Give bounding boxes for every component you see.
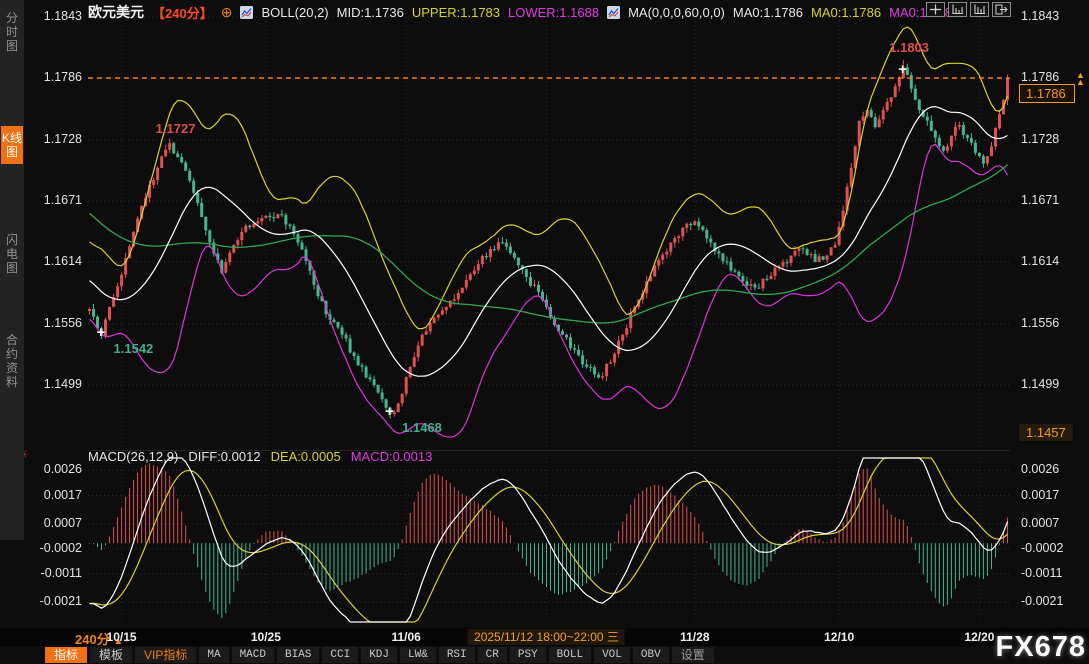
- ma0-yellow-value: MA0:1.1786: [811, 5, 881, 20]
- sidebar-item-contract-info[interactable]: 合约资料: [1, 328, 23, 394]
- macd-tick-left: 0.0007: [24, 516, 82, 530]
- exit-icon: [995, 4, 1008, 15]
- low-price-annotation: 1.1468: [402, 420, 442, 435]
- macd-diff-value: DIFF:0.0012: [188, 449, 260, 464]
- boll-chart-icon[interactable]: [240, 6, 253, 19]
- date-tick: 10/15: [107, 630, 137, 644]
- price-tick-right: 1.1614: [1021, 254, 1085, 268]
- macd-tick-right: 0.0017: [1021, 488, 1085, 502]
- sidebar-item-time-chart[interactable]: 分时图: [1, 6, 23, 58]
- chart-toolbar: [926, 2, 1011, 17]
- axis-bars-left-icon: [951, 4, 964, 15]
- bottom-tab-vip-indicators[interactable]: VIP指标: [135, 647, 196, 663]
- bottom-tab-cr[interactable]: CR: [478, 647, 507, 663]
- price-tick-right: 1.1499: [1021, 377, 1085, 391]
- sidebar-item-kline-chart[interactable]: K线图: [1, 126, 23, 164]
- macd-tick-right: 0.0007: [1021, 516, 1085, 530]
- price-tick-left: 1.1728: [24, 132, 82, 146]
- indicator-tab-bar: 指标模板VIP指标MAMACDBIASCCIKDJLW&RSICRPSYBOLL…: [45, 647, 714, 663]
- date-tick: 10/25: [251, 630, 281, 644]
- low-price-annotation: 1.1542: [114, 341, 154, 356]
- symbol-name: 欧元美元: [88, 2, 144, 22]
- trading-terminal: 分时图 K线图闪电图合约资料 欧元美元 【240分】 ⊕ BOLL(20,2) M…: [0, 0, 1089, 664]
- bottom-tab-macd[interactable]: MACD: [232, 647, 274, 663]
- current-price-box: 1.1786: [1019, 84, 1075, 103]
- chart-canvas[interactable]: [24, 0, 1089, 628]
- crosshair-marker-icon: +: [97, 325, 106, 340]
- macd-tick-right: 0.0026: [1021, 462, 1085, 476]
- price-tick-right: 1.1671: [1021, 193, 1085, 207]
- date-tick: 11/06: [391, 630, 420, 644]
- macd-tick-left: -0.0011: [24, 566, 82, 580]
- pan-tool-button[interactable]: [926, 2, 945, 17]
- price-tick-left: 1.1843: [24, 9, 82, 23]
- macd-header: MACD(26,12,9) DIFF:0.0012 DEA:0.0005 MAC…: [88, 449, 432, 464]
- bottom-tab-templates[interactable]: 模板: [90, 647, 132, 663]
- boll-label: BOLL(20,2): [261, 5, 328, 20]
- ma-chart-icon[interactable]: [607, 6, 620, 19]
- price-tick-left: 1.1556: [24, 316, 82, 330]
- price-tick-right: 1.1728: [1021, 132, 1085, 146]
- boll-upper-value: UPPER:1.1783: [412, 5, 500, 20]
- bottom-tab-boll[interactable]: BOLL: [549, 647, 591, 663]
- ma0-white-value: MA0:1.1786: [733, 5, 803, 20]
- exit-chart-button[interactable]: [992, 2, 1011, 17]
- chart-type-sidebar: 分时图 K线图闪电图合约资料: [0, 0, 24, 540]
- bottom-tab-settings[interactable]: 设置: [672, 647, 714, 663]
- bottom-tab-vol[interactable]: VOL: [594, 647, 630, 663]
- period-badge: 【240分】: [152, 3, 213, 22]
- move-icon: [929, 4, 942, 15]
- sidebar-item-flash-chart[interactable]: 闪电图: [1, 228, 23, 280]
- macd-dea-value: DEA:0.0005: [271, 449, 341, 464]
- crosshair-marker-icon: +: [385, 404, 394, 419]
- scale-axis-right-button[interactable]: [970, 2, 989, 17]
- macd-tick-left: -0.0002: [24, 541, 82, 555]
- bottom-tab-bias[interactable]: BIAS: [277, 647, 319, 663]
- bottom-tab-indicators[interactable]: 指标: [45, 647, 87, 663]
- macd-tick-right: -0.0011: [1021, 566, 1085, 580]
- date-tick: 12/20: [964, 630, 994, 644]
- time-axis: 240分 ▲ 10/1510/2511/0611/2812/1012/20 20…: [0, 628, 1089, 646]
- bottom-tab-rsi[interactable]: RSI: [439, 647, 475, 663]
- high-price-annotation: 1.1727: [156, 121, 196, 136]
- macd-title: MACD(26,12,9): [88, 449, 178, 464]
- crosshair-date-label: 2025/11/12 18:00~22:00 三: [468, 629, 625, 645]
- bottom-tab-kdj[interactable]: KDJ: [361, 647, 397, 663]
- bottom-tab-lw[interactable]: LW&: [400, 647, 436, 663]
- macd-tick-left: 0.0026: [24, 462, 82, 476]
- bottom-tab-ma[interactable]: MA: [199, 647, 228, 663]
- price-up-arrow-icon: ▲▲: [1076, 72, 1085, 86]
- date-tick: 12/10: [824, 630, 854, 644]
- price-tick-left: 1.1499: [24, 377, 82, 391]
- date-tick: 11/28: [680, 630, 709, 644]
- boll-mid-value: MID:1.1736: [337, 5, 404, 20]
- range-low-label: 1.1457: [1019, 424, 1073, 441]
- bottom-tab-psy[interactable]: PSY: [510, 647, 546, 663]
- add-indicator-icon[interactable]: ⊕: [221, 4, 233, 21]
- watermark: FX678: [996, 631, 1086, 664]
- high-price-annotation: 1.1803: [889, 40, 929, 55]
- bottom-tab-obv[interactable]: OBV: [633, 647, 669, 663]
- bottom-tab-cci[interactable]: CCI: [322, 647, 358, 663]
- price-tick-left: 1.1786: [24, 70, 82, 84]
- ma-label: MA(0,0,0,60,0,0): [628, 5, 725, 20]
- price-tick-left: 1.1671: [24, 193, 82, 207]
- macd-tick-left: 0.0017: [24, 488, 82, 502]
- macd-tick-right: -0.0002: [1021, 541, 1085, 555]
- axis-bars-right-icon: [973, 4, 986, 15]
- indicator-header: 欧元美元 【240分】 ⊕ BOLL(20,2) MID:1.1736 UPPE…: [88, 3, 959, 21]
- price-tick-right: 1.1556: [1021, 316, 1085, 330]
- macd-macd-value: MACD:0.0013: [351, 449, 433, 464]
- macd-tick-left: -0.0021: [24, 594, 82, 608]
- scale-axis-left-button[interactable]: [948, 2, 967, 17]
- price-tick-right: 1.1843: [1021, 9, 1085, 23]
- price-tick-left: 1.1614: [24, 254, 82, 268]
- crosshair-marker-icon: +: [898, 62, 907, 77]
- boll-lower-value: LOWER:1.1688: [508, 5, 599, 20]
- macd-tick-right: -0.0021: [1021, 594, 1085, 608]
